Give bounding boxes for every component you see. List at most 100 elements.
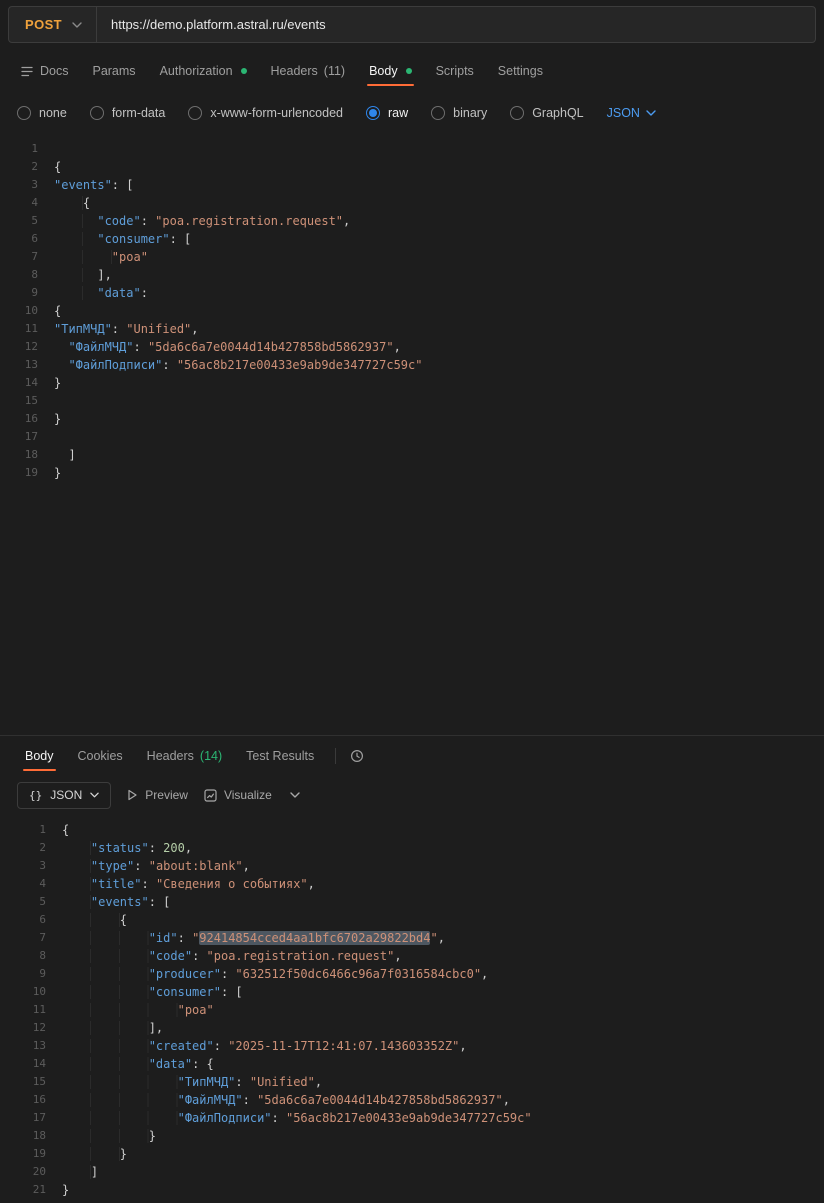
line-number: 9 [0,965,62,983]
tab-headers[interactable]: Headers(11) [260,49,357,93]
code-line-1[interactable]: 1 [0,140,824,158]
response-tab-test-results[interactable]: Test Results [235,736,325,776]
url-input[interactable] [97,7,815,42]
code-line-4[interactable]: 4 { [0,194,824,212]
body-type-binary[interactable]: binary [431,106,487,120]
code-line-6[interactable]: 6 "consumer": [ [0,230,824,248]
response-tab-headers-count: (14) [200,749,222,763]
code-line-1[interactable]: 1{ [0,821,824,839]
line-number: 11 [0,1001,62,1019]
response-body-editor[interactable]: 1{2 "status": 200,3 "type": "about:blank… [0,814,824,1203]
code-line-19[interactable]: 19 } [0,1145,824,1163]
code-line-5[interactable]: 5 "code": "poa.registration.request", [0,212,824,230]
body-type-raw[interactable]: raw [366,106,408,120]
code-text: "code": "poa.registration.request", [54,212,350,230]
body-type-form-data-label: form-data [112,106,166,120]
code-line-5[interactable]: 5 "events": [ [0,893,824,911]
code-line-16[interactable]: 16} [0,410,824,428]
tab-authorization[interactable]: Authorization [149,49,258,93]
preview-button[interactable]: Preview [127,788,188,802]
body-type-form-data[interactable]: form-data [90,106,166,120]
method-label: POST [25,17,62,32]
code-line-16[interactable]: 16 "ФайлМЧД": "5da6c6a7e0044d14b427858bd… [0,1091,824,1109]
body-type-x-www-form-urlencoded[interactable]: x-www-form-urlencoded [188,106,343,120]
history-icon[interactable] [346,745,368,767]
code-line-13[interactable]: 13 "created": "2025-11-17T12:41:07.14360… [0,1037,824,1055]
code-line-17[interactable]: 17 [0,428,824,446]
body-language-select[interactable]: JSON [607,106,656,120]
line-number: 2 [0,839,62,857]
line-number: 8 [0,266,54,284]
code-line-12[interactable]: 12 "ФайлМЧД": "5da6c6a7e0044d14b427858bd… [0,338,824,356]
tab-settings[interactable]: Settings [487,49,554,93]
code-line-8[interactable]: 8 "code": "poa.registration.request", [0,947,824,965]
radio-icon [188,106,202,120]
code-line-9[interactable]: 9 "producer": "632512f50dc6466c96a7f0316… [0,965,824,983]
response-tab-headers[interactable]: Headers (14) [136,736,233,776]
line-number: 13 [0,356,54,374]
code-line-18[interactable]: 18 ] [0,446,824,464]
chevron-down-icon [90,792,99,798]
code-text: ], [62,1019,163,1037]
code-line-12[interactable]: 12 ], [0,1019,824,1037]
method-select[interactable]: POST [9,7,96,42]
tab-body[interactable]: Body [358,49,423,93]
code-line-2[interactable]: 2 "status": 200, [0,839,824,857]
code-line-10[interactable]: 10 "consumer": [ [0,983,824,1001]
chevron-down-icon [72,22,82,28]
code-line-2[interactable]: 2{ [0,158,824,176]
code-line-6[interactable]: 6 { [0,911,824,929]
code-line-11[interactable]: 11 "poa" [0,1001,824,1019]
response-format-select[interactable]: {} JSON [17,782,111,809]
code-line-3[interactable]: 3 "type": "about:blank", [0,857,824,875]
visualize-button[interactable]: Visualize [204,788,272,802]
code-line-9[interactable]: 9 "data": [0,284,824,302]
code-line-10[interactable]: 10{ [0,302,824,320]
line-number: 7 [0,929,62,947]
code-text: } [62,1181,69,1199]
body-type-none[interactable]: none [17,106,67,120]
code-line-15[interactable]: 15 [0,392,824,410]
tab-params-label: Params [92,64,135,78]
radio-icon [366,106,380,120]
code-text: ], [54,266,112,284]
response-tab-headers-label: Headers [147,749,194,763]
response-tab-body[interactable]: Body [14,736,65,776]
tab-params[interactable]: Params [81,49,146,93]
code-text: ] [54,446,76,464]
code-line-20[interactable]: 20 ] [0,1163,824,1181]
request-url-bar: POST [0,0,824,49]
line-number: 15 [0,392,54,410]
code-line-17[interactable]: 17 "ФайлПодписи": "56ac8b217e00433e9ab9d… [0,1109,824,1127]
code-line-21[interactable]: 21} [0,1181,824,1199]
code-line-3[interactable]: 3"events": [ [0,176,824,194]
code-line-19[interactable]: 19} [0,464,824,482]
code-line-7[interactable]: 7 "poa" [0,248,824,266]
divider [335,748,336,764]
tab-scripts[interactable]: Scripts [425,49,485,93]
line-number: 17 [0,1109,62,1127]
tab-authorization-label: Authorization [160,64,233,78]
code-line-7[interactable]: 7 "id": "92414854cced4aa1bfc6702a29822bd… [0,929,824,947]
code-line-4[interactable]: 4 "title": "Сведения о событиях", [0,875,824,893]
code-text: ] [62,1163,98,1181]
visualize-options-chevron[interactable] [288,790,302,800]
code-line-14[interactable]: 14} [0,374,824,392]
tab-scripts-label: Scripts [436,64,474,78]
code-line-13[interactable]: 13 "ФайлПодписи": "56ac8b217e00433e9ab9d… [0,356,824,374]
code-text: "poa" [54,248,148,266]
body-type-graphql[interactable]: GraphQL [510,106,583,120]
code-line-18[interactable]: 18 } [0,1127,824,1145]
code-line-8[interactable]: 8 ], [0,266,824,284]
code-line-11[interactable]: 11"ТипМЧД": "Unified", [0,320,824,338]
code-line-15[interactable]: 15 "ТипМЧД": "Unified", [0,1073,824,1091]
response-tab-cookies[interactable]: Cookies [67,736,134,776]
chevron-down-icon [290,792,300,798]
code-line-14[interactable]: 14 "data": { [0,1055,824,1073]
request-body-editor[interactable]: 12{3"events": [4 {5 "code": "poa.registr… [0,132,824,735]
body-type-graphql-label: GraphQL [532,106,583,120]
code-text: "id": "92414854cced4aa1bfc6702a29822bd4"… [62,929,445,947]
line-number: 1 [0,140,54,158]
line-number: 4 [0,875,62,893]
tab-docs[interactable]: Docs [10,49,79,93]
